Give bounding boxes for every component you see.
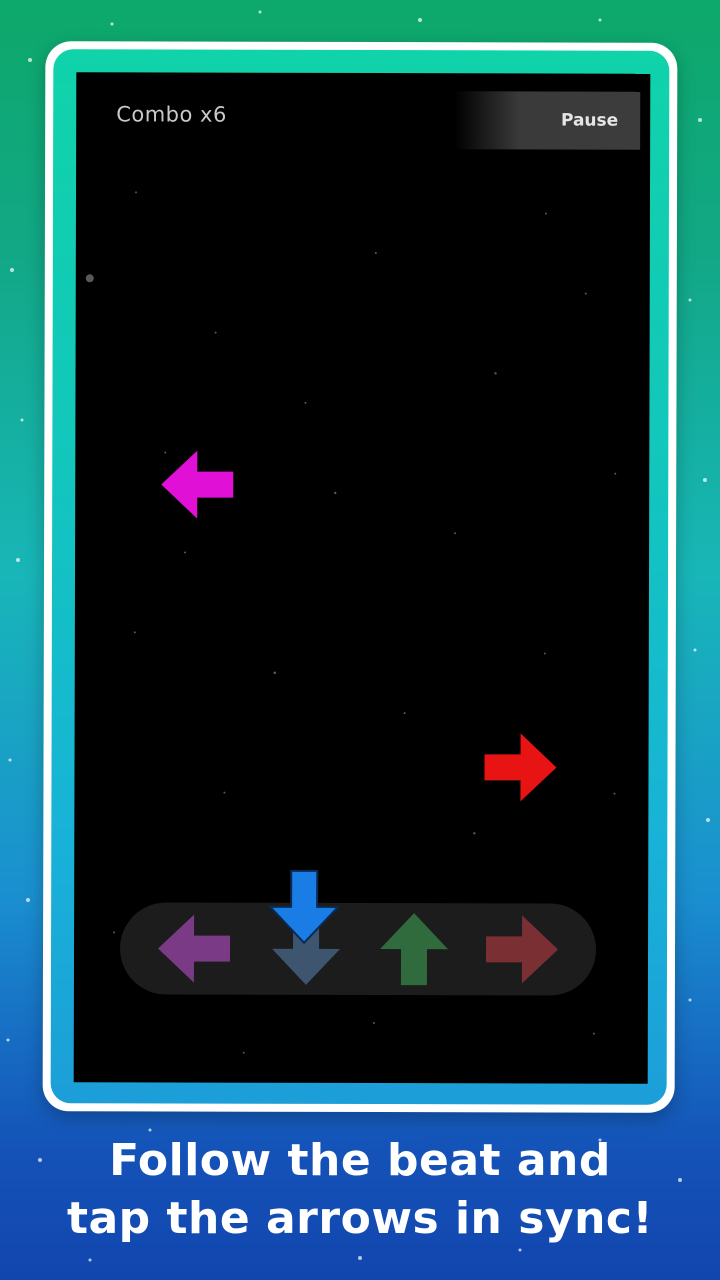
falling-right-arrow-icon xyxy=(480,727,560,807)
receptor-right-arrow-icon[interactable] xyxy=(482,909,562,989)
promo-caption: Follow the beat and tap the arrows in sy… xyxy=(0,1132,720,1248)
caption-line-1: Follow the beat and xyxy=(109,1135,611,1186)
falling-down-arrow-icon xyxy=(264,867,344,947)
receptor-left-arrow-icon[interactable] xyxy=(154,908,234,988)
caption-line-2: tap the arrows in sync! xyxy=(66,1193,654,1244)
phone-bezel: Combo x6 Pause xyxy=(50,49,670,1105)
falling-left-arrow-icon xyxy=(157,444,237,524)
pause-button[interactable]: Pause xyxy=(454,91,641,150)
phone-frame: Combo x6 Pause xyxy=(42,41,678,1113)
receptor-up-arrow-icon[interactable] xyxy=(374,909,454,989)
game-screen[interactable]: Combo x6 Pause xyxy=(73,72,651,1084)
combo-counter: Combo x6 xyxy=(116,102,227,127)
